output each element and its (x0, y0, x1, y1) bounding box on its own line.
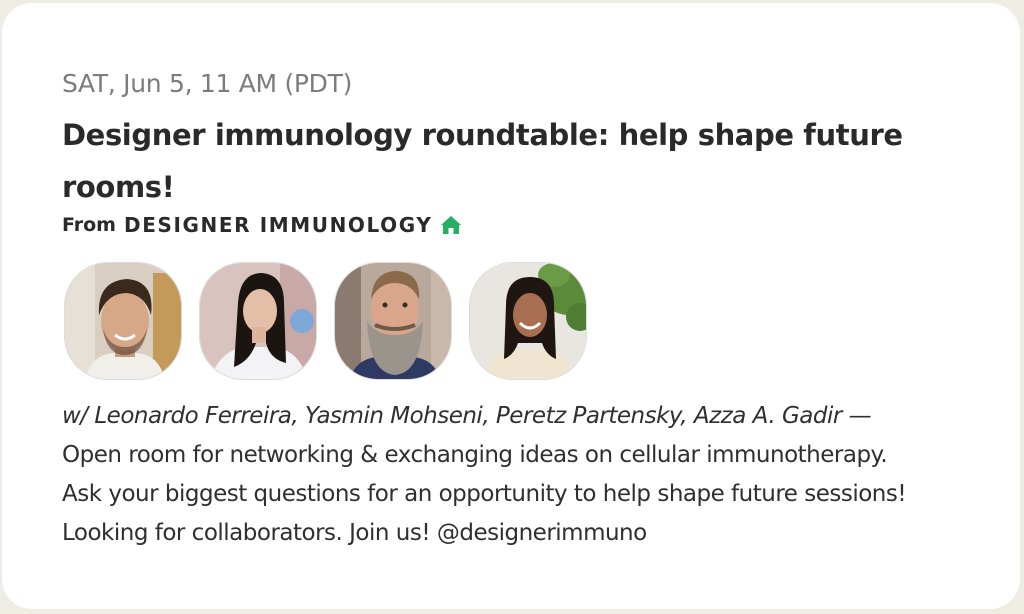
event-title: Designer immunology roundtable: help sha… (62, 118, 903, 204)
event-description: w/ Leonardo Ferreira, Yasmin Mohseni, Pe… (62, 397, 992, 553)
avatar[interactable] (334, 262, 452, 380)
speaker-avatars (64, 262, 587, 380)
description-line: Open room for networking & exchanging id… (62, 442, 888, 468)
avatar[interactable] (469, 262, 587, 380)
avatar[interactable] (199, 262, 317, 380)
club-byline: From DESIGNER IMMUNOLOGY (62, 213, 462, 237)
club-name-link[interactable]: DESIGNER IMMUNOLOGY (124, 213, 432, 237)
house-icon (440, 215, 462, 235)
from-label: From (62, 214, 116, 236)
avatar[interactable] (64, 262, 182, 380)
event-card[interactable]: SAT, Jun 5, 11 AM (PDT) Designer immunol… (2, 3, 1020, 609)
speakers-line: w/ Leonardo Ferreira, Yasmin Mohseni, Pe… (62, 403, 872, 429)
description-line: Looking for collaborators. Join us! @des… (62, 520, 647, 546)
event-datetime: SAT, Jun 5, 11 AM (PDT) (62, 69, 353, 98)
description-line: Ask your biggest questions for an opport… (62, 481, 907, 507)
